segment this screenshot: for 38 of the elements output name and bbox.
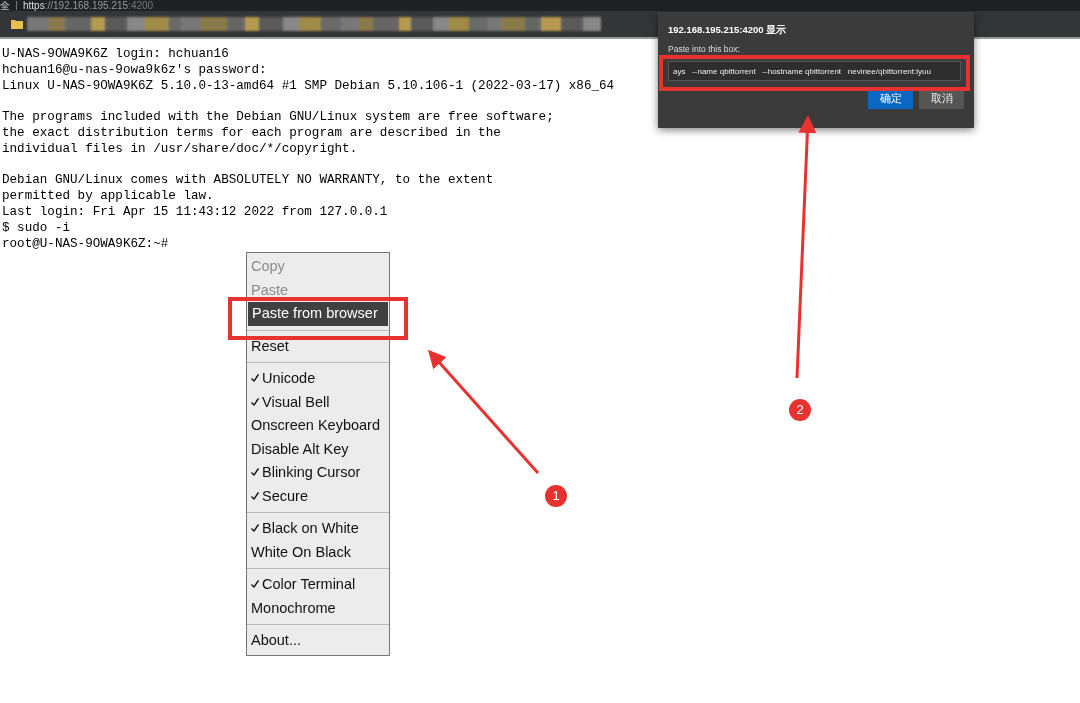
menu-item[interactable]: Monochrome	[247, 596, 389, 620]
step-number: 2	[789, 399, 811, 421]
menu-item[interactable]: Secure	[247, 484, 389, 508]
checkmark-icon	[251, 374, 259, 383]
terminal-line: Debian GNU/Linux comes with ABSOLUTELY NO WARRANTY, to the extent	[2, 173, 494, 188]
terminal-line: Last login: Fri Apr 15 11:43:12 2022 from 127.0.0.1	[2, 204, 388, 219]
terminal-line: Linux U-NAS-9OWA9K6Z 5.10.0-13-amd64 #1 SMP Debian 5.10.106-1 (2022-03-17) x86_64	[2, 78, 615, 93]
menu-item[interactable]: Color Terminal	[247, 573, 389, 597]
address-url[interactable]: https://192.168.195.215:4200	[23, 0, 154, 11]
menu-item[interactable]: About...	[247, 629, 389, 653]
terminal-line: hchuan16@u-nas-9owa9k6z's password:	[2, 62, 267, 77]
dialog-title: 192.168.195.215:4200 显示	[668, 24, 788, 37]
menu-item[interactable]: Blinking Cursor	[247, 461, 389, 485]
tab-title[interactable]: 全	[0, 0, 10, 11]
checkmark-icon	[251, 468, 259, 477]
terminal-line: permitted by applicable law.	[2, 189, 214, 204]
terminal-line: root@U-NAS-9OWA9K6Z:~#	[2, 236, 169, 251]
paste-input-field[interactable]: ays --name qbittorrent --hostname qbittorrent nevinee/qbittorrent:iyuu	[668, 61, 961, 81]
menu-item[interactable]: White On Black	[247, 540, 389, 564]
menu-item[interactable]: Disable Alt Key	[247, 437, 389, 461]
terminal-line: U-NAS-9OWA9K6Z login: hchuan16	[2, 47, 229, 61]
terminal-line: the exact distribution terms for each program are described in the	[2, 126, 501, 140]
menu-item[interactable]: Paste from browser	[248, 302, 388, 326]
checkmark-icon	[251, 491, 259, 500]
terminal-line: $ sudo -i	[2, 220, 71, 235]
checkmark-icon	[251, 580, 259, 589]
menu-item[interactable]: Unicode	[247, 367, 389, 391]
menu-item[interactable]: Visual Bell	[247, 390, 389, 414]
menu-item[interactable]: Black on White	[247, 517, 389, 541]
dialog-label: Paste into this box:	[668, 44, 741, 54]
step-number: 1	[545, 485, 567, 507]
terminal-line: individual files in /usr/share/doc/*/copyright.	[2, 141, 358, 156]
menu-item[interactable]: Reset	[247, 334, 389, 358]
folder-icon[interactable]	[11, 19, 23, 29]
checkmark-icon	[251, 524, 259, 533]
menu-item[interactable]: Onscreen Keyboard	[247, 414, 389, 438]
checkmark-icon	[251, 397, 259, 406]
terminal-line: The programs included with the Debian GNU/Linux system are free software;	[2, 110, 554, 125]
